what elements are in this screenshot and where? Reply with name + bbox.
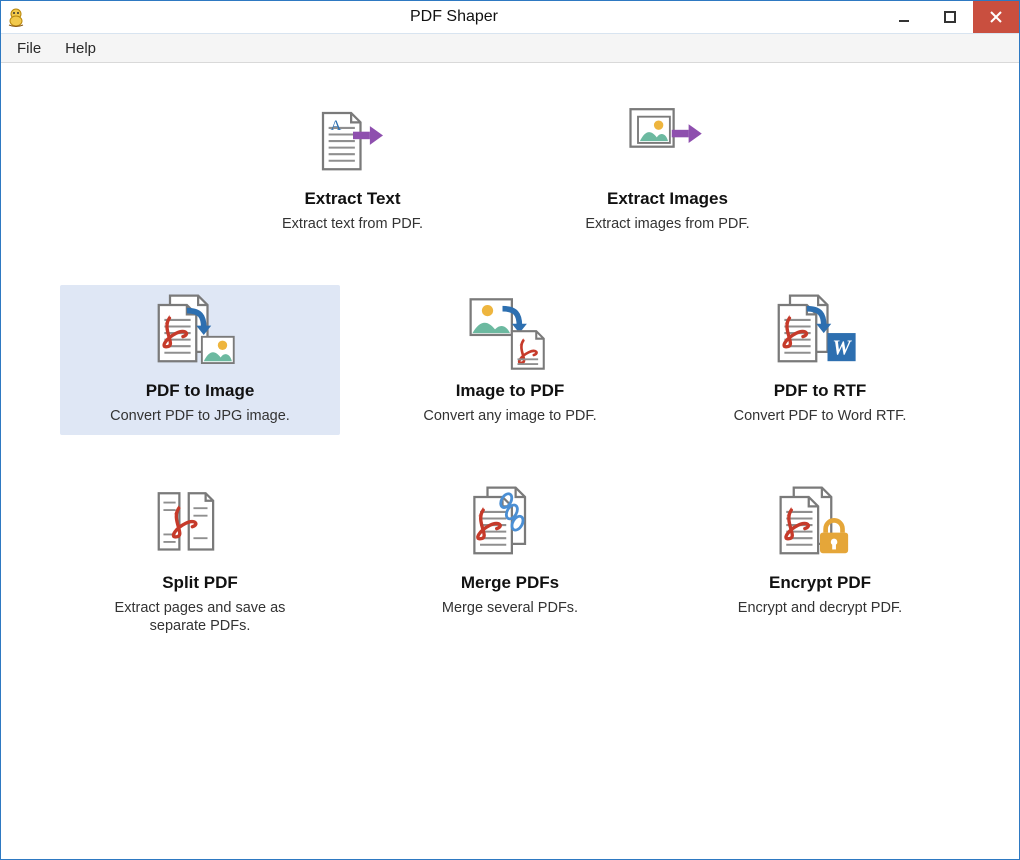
pdf-to-rtf-icon — [775, 295, 865, 373]
window-buttons — [881, 1, 1019, 33]
tile-title: Split PDF — [162, 573, 238, 593]
tile-title: Image to PDF — [456, 381, 565, 401]
tile-title: Encrypt PDF — [769, 573, 871, 593]
merge-pdfs-icon — [465, 487, 555, 565]
tile-title: PDF to Image — [146, 381, 255, 401]
app-icon — [7, 7, 27, 27]
tile-row-2: PDF to Image Convert PDF to JPG image. — [60, 285, 960, 435]
tile-desc: Encrypt and decrypt PDF. — [738, 599, 902, 617]
tile-desc: Extract images from PDF. — [585, 215, 749, 233]
tile-extract-text[interactable]: A Extract Text Extract text from PDF. — [210, 93, 495, 243]
split-pdf-icon — [155, 487, 245, 565]
image-to-pdf-icon — [465, 295, 555, 373]
tile-desc: Convert PDF to JPG image. — [110, 407, 290, 425]
tile-desc: Extract pages and save as separate PDFs. — [95, 599, 305, 635]
tile-merge-pdfs[interactable]: Merge PDFs Merge several PDFs. — [370, 477, 650, 645]
tile-desc: Extract text from PDF. — [282, 215, 423, 233]
tile-extract-images[interactable]: Extract Images Extract images from PDF. — [525, 93, 810, 243]
tile-desc: Merge several PDFs. — [442, 599, 578, 617]
encrypt-pdf-icon — [775, 487, 865, 565]
tile-image-to-pdf[interactable]: Image to PDF Convert any image to PDF. — [370, 285, 650, 435]
extract-text-icon: A — [308, 103, 398, 181]
menubar: File Help — [1, 34, 1019, 63]
tile-title: Merge PDFs — [461, 573, 559, 593]
client-area: A Extract Text Extract text from PDF. Ex… — [1, 63, 1019, 859]
tile-pdf-to-image[interactable]: PDF to Image Convert PDF to JPG image. — [60, 285, 340, 435]
menu-help[interactable]: Help — [53, 38, 108, 59]
titlebar: PDF Shaper — [1, 1, 1019, 34]
tile-split-pdf[interactable]: Split PDF Extract pages and save as sepa… — [60, 477, 340, 645]
tile-row-1: A Extract Text Extract text from PDF. Ex… — [210, 93, 810, 243]
tile-pdf-to-rtf[interactable]: PDF to RTF Convert PDF to Word RTF. — [680, 285, 960, 435]
pdf-to-image-icon — [155, 295, 245, 373]
maximize-button[interactable] — [927, 1, 973, 33]
app-window: PDF Shaper File Help A — [0, 0, 1020, 860]
tile-title: PDF to RTF — [774, 381, 867, 401]
tile-desc: Convert PDF to Word RTF. — [734, 407, 907, 425]
window-title: PDF Shaper — [27, 8, 881, 26]
tile-row-3: Split PDF Extract pages and save as sepa… — [60, 477, 960, 645]
close-button[interactable] — [973, 1, 1019, 33]
tile-encrypt-pdf[interactable]: Encrypt PDF Encrypt and decrypt PDF. — [680, 477, 960, 645]
minimize-button[interactable] — [881, 1, 927, 33]
menu-file[interactable]: File — [5, 38, 53, 59]
tile-desc: Convert any image to PDF. — [423, 407, 596, 425]
extract-images-icon — [623, 103, 713, 181]
tile-title: Extract Text — [304, 189, 400, 209]
svg-text:A: A — [330, 118, 341, 134]
tile-title: Extract Images — [607, 189, 728, 209]
